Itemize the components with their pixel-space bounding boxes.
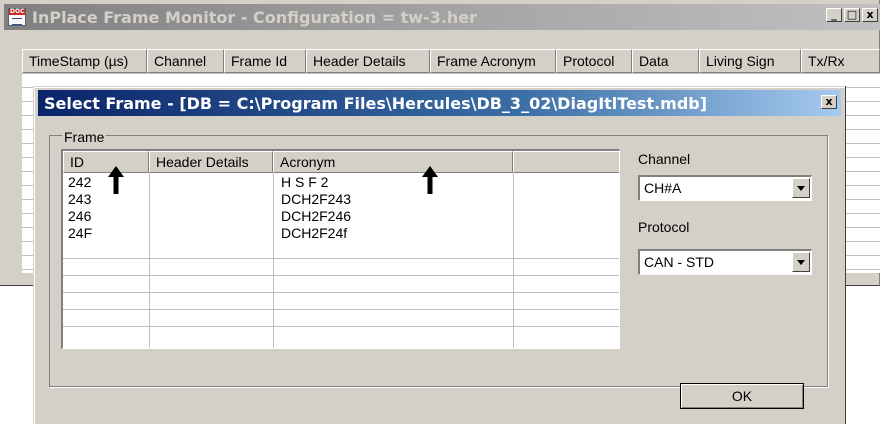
column-tx-rx[interactable]: Tx/Rx [801,49,880,73]
column-header-details[interactable]: Header Details [306,49,430,73]
frame-group-label: Frame [62,129,107,145]
monitor-column-headers: TimeStamp (µs) Channel Frame Id Header D… [22,49,880,73]
row-acronym: H S F 2 [281,174,329,190]
row-id: 242 [68,174,92,190]
chevron-down-icon[interactable] [792,178,810,198]
chevron-down-icon[interactable] [792,252,810,272]
frame-monitor-title: InPlace Frame Monitor - Configuration = … [32,7,478,27]
minimize-button[interactable]: _ [826,8,842,22]
app-icon: DOC [8,8,26,26]
select-frame-title: Select Frame - [DB = C:\Program Files\He… [44,93,708,113]
channel-select[interactable]: CH#A [638,175,812,201]
list-column-header-details[interactable]: Header Details [149,151,273,173]
column-timestamp[interactable]: TimeStamp (µs) [22,49,147,73]
protocol-select[interactable]: CAN - STD [638,249,812,275]
frame-list-body: 242 H S F 2 243 DCH2F243 246 DCH2F246 24… [63,166,619,348]
channel-value: CH#A [644,180,682,196]
row-acronym: DCH2F243 [281,191,352,207]
maximize-button[interactable]: □ [844,8,860,22]
up-arrow-icon [422,166,438,194]
row-id: 246 [68,208,92,224]
column-frame-acronym[interactable]: Frame Acronym [430,49,556,73]
list-column-id[interactable]: ID [63,151,149,173]
column-frame-id[interactable]: Frame Id [224,49,306,73]
select-frame-titlebar[interactable]: Select Frame - [DB = C:\Program Files\He… [38,90,841,116]
protocol-label: Protocol [638,219,690,235]
channel-label: Channel [638,151,691,167]
column-protocol[interactable]: Protocol [556,49,632,73]
column-channel[interactable]: Channel [147,49,224,73]
column-data[interactable]: Data [632,49,699,73]
dialog-close-button[interactable]: x [821,95,837,109]
column-living-sign[interactable]: Living Sign [699,49,801,73]
protocol-value: CAN - STD [644,254,714,270]
list-column-acronym[interactable]: Acronym [273,151,513,173]
row-id: 24F [68,225,93,241]
row-id: 243 [68,191,92,207]
row-acronym: DCH2F246 [281,208,352,224]
row-acronym: DCH2F24f [281,225,348,241]
list-column-blank[interactable] [513,151,619,173]
frame-list[interactable]: ID Header Details Acronym 242 H S F 2 24… [61,149,620,349]
frame-list-header: ID Header Details Acronym [63,151,619,173]
select-frame-dialog: Select Frame - [DB = C:\Program Files\He… [33,86,845,424]
frame-monitor-titlebar[interactable]: DOC InPlace Frame Monitor - Configuratio… [4,4,880,30]
up-arrow-icon [108,166,124,194]
close-button[interactable]: x [862,8,878,22]
ok-button[interactable]: OK [680,383,804,409]
